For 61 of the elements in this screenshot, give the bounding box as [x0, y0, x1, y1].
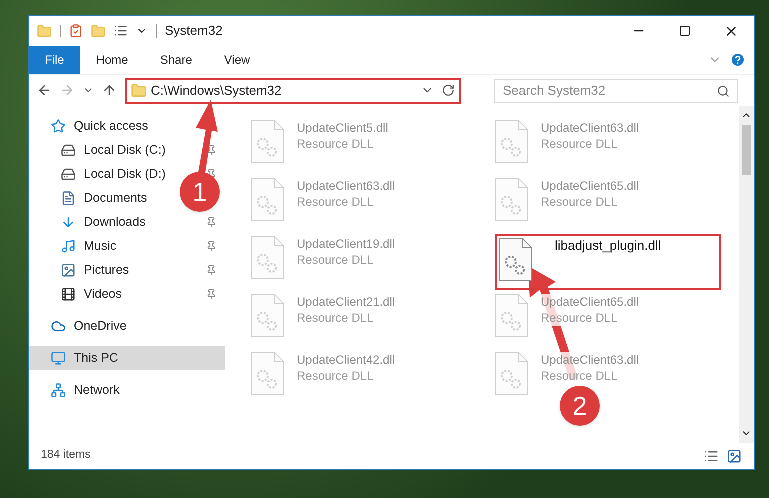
nav-item[interactable]: This PC — [29, 346, 225, 370]
nav-item[interactable]: Documents — [61, 188, 148, 208]
download-arrow-icon — [61, 214, 76, 230]
dll-file-icon — [495, 294, 529, 338]
back-icon[interactable] — [37, 83, 52, 98]
music-note-icon — [61, 238, 76, 254]
pin-icon[interactable] — [206, 216, 217, 228]
refresh-icon[interactable] — [442, 84, 455, 97]
cloud-icon — [51, 318, 66, 334]
pin-icon[interactable] — [206, 144, 217, 156]
up-icon[interactable] — [102, 83, 117, 98]
network-icon — [51, 382, 66, 398]
ribbon-tab[interactable]: Home — [80, 46, 144, 74]
ribbon-tab[interactable]: File — [29, 46, 80, 74]
details-view-icon[interactable] — [704, 448, 719, 464]
dll-file-icon — [495, 120, 529, 164]
dll-file-icon — [495, 178, 529, 222]
dll-file-icon — [251, 178, 285, 222]
dll-file-icon — [251, 294, 285, 338]
item-count: 184 items — [41, 448, 91, 464]
dll-file-icon — [495, 352, 529, 396]
nav-item[interactable]: Network — [51, 380, 120, 400]
scrollbar-thumb[interactable] — [742, 125, 751, 175]
list-icon[interactable] — [114, 24, 128, 38]
nav-item[interactable]: Local Disk (D:) — [61, 164, 166, 184]
nav-item[interactable]: Pictures — [61, 260, 130, 280]
nav-item[interactable]: Videos — [61, 284, 122, 304]
file-tile[interactable]: libadjust_plugin.dll — [495, 234, 721, 290]
address-field[interactable]: C:\Windows\System32 — [125, 78, 461, 104]
dll-file-icon — [499, 238, 533, 282]
folder-icon — [131, 82, 147, 98]
picture-icon — [61, 262, 76, 278]
search-icon[interactable] — [717, 84, 730, 98]
nav-item[interactable]: Quick access — [51, 116, 148, 136]
properties-icon[interactable] — [69, 24, 83, 38]
document-icon — [61, 190, 76, 206]
large-icons-view-icon[interactable] — [727, 448, 742, 464]
scrollbar[interactable] — [739, 106, 754, 443]
nav-item[interactable]: Downloads — [61, 212, 146, 232]
maximize-icon — [679, 25, 691, 37]
nav-item[interactable]: Music — [61, 236, 117, 256]
help-icon[interactable] — [730, 52, 746, 68]
file-type: Resource DLL — [541, 310, 618, 326]
nav-item[interactable]: Local Disk (C:) — [61, 140, 166, 160]
star-icon — [51, 118, 66, 134]
nav-item[interactable]: OneDrive — [51, 316, 127, 336]
drive-icon — [61, 166, 76, 182]
dll-file-icon — [251, 120, 285, 164]
pin-icon[interactable] — [206, 288, 217, 300]
dll-file-icon — [251, 352, 285, 396]
search-field[interactable]: Search System32 — [494, 78, 738, 102]
dll-file-icon — [251, 236, 285, 280]
film-icon — [61, 286, 76, 302]
address-path: C:\Windows\System32 — [151, 82, 283, 100]
window-title: System32 — [165, 22, 223, 40]
ribbon-tab[interactable]: View — [208, 46, 266, 74]
pin-icon[interactable] — [206, 264, 217, 276]
pin-icon[interactable] — [206, 240, 217, 252]
drive-icon — [61, 142, 76, 158]
ribbon-tab[interactable]: Share — [144, 46, 208, 74]
monitor-icon — [51, 350, 66, 366]
